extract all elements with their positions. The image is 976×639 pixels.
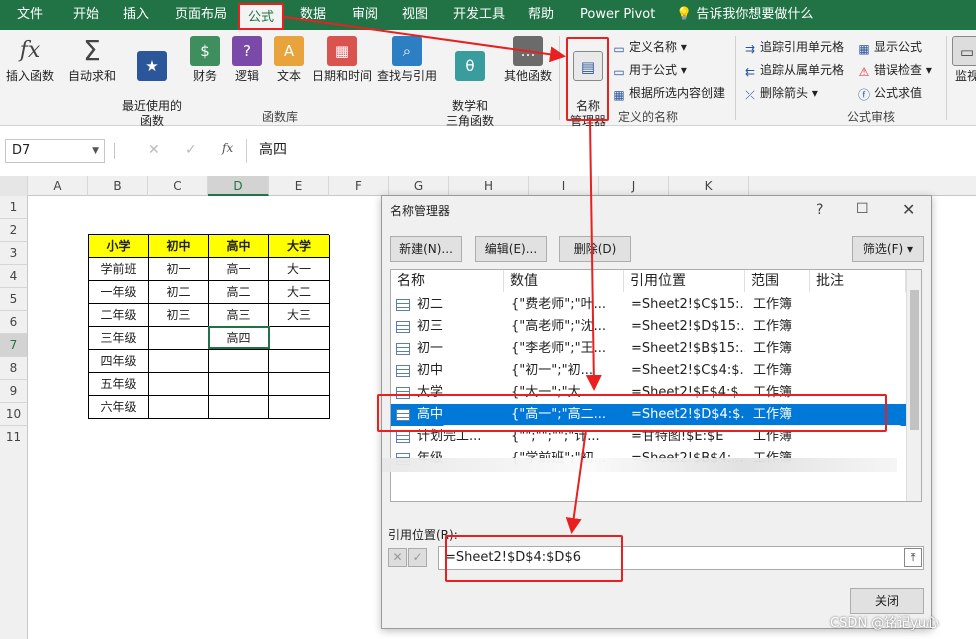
arrow-to-selected-row [585, 119, 602, 391]
arrow-to-refers-to [565, 429, 587, 534]
annotation-arrows [283, 16, 602, 534]
watermark: CSDN @铭记yu心 [830, 616, 940, 631]
arrow-to-name-manager [283, 16, 566, 63]
